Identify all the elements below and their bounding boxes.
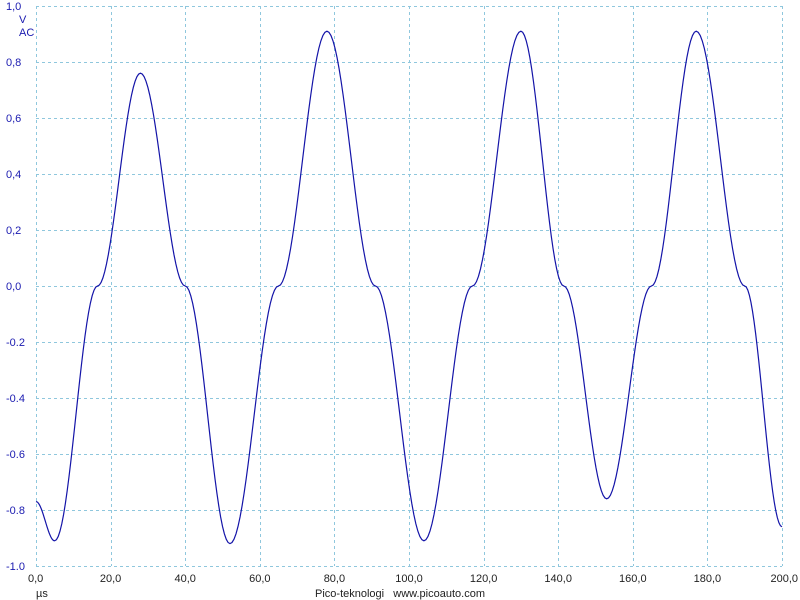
y-tick-labels: 1,0 0,8 0,6 0,4 0,2 0,0 -0.2 -0.4 -0.6 -0.8 -1.0 — [6, 1, 25, 573]
y-tick-label: 0,8 — [6, 57, 21, 69]
x-tick-label: 0,0 — [28, 573, 43, 585]
y-tick-label: -1.0 — [6, 561, 25, 573]
credit-label: Pico-teknologi www.picoauto.com — [315, 588, 485, 600]
y-unit-label: V — [19, 14, 27, 26]
x-tick-label: 20,0 — [100, 573, 121, 585]
x-tick-label: 180,0 — [694, 573, 722, 585]
x-unit-label: µs — [36, 588, 48, 600]
x-tick-label: 140,0 — [544, 573, 572, 585]
x-tick-labels: 0,0 20,0 40,0 60,0 80,0 100,0 120,0 140,0 160,0 1… — [28, 573, 798, 585]
x-tick-label: 80,0 — [324, 573, 345, 585]
x-tick-label: 160,0 — [619, 573, 647, 585]
y-tick-label: 0,0 — [6, 281, 21, 293]
oscilloscope-chart: 1,0 0,8 0,6 0,4 0,2 0,0 -0.2 -0.4 -0.6 -0.8 -1.0 0… — [6, 1, 798, 600]
y-tick-label: -0.2 — [6, 337, 25, 349]
y-tick-label: 0,6 — [6, 113, 21, 125]
x-tick-label: 40,0 — [174, 573, 195, 585]
y-tick-label: -0.8 — [6, 505, 25, 517]
y-tick-label: 1,0 — [6, 1, 21, 13]
y-tick-label: 0,4 — [6, 169, 21, 181]
x-tick-label: 120,0 — [470, 573, 498, 585]
x-tick-label: 100,0 — [395, 573, 423, 585]
coupling-label: AC — [19, 27, 34, 39]
y-tick-label: 0,2 — [6, 225, 21, 237]
y-tick-label: -0.6 — [6, 449, 25, 461]
x-tick-label: 200,0 — [770, 573, 798, 585]
y-tick-label: -0.4 — [6, 393, 25, 405]
x-tick-label: 60,0 — [249, 573, 270, 585]
